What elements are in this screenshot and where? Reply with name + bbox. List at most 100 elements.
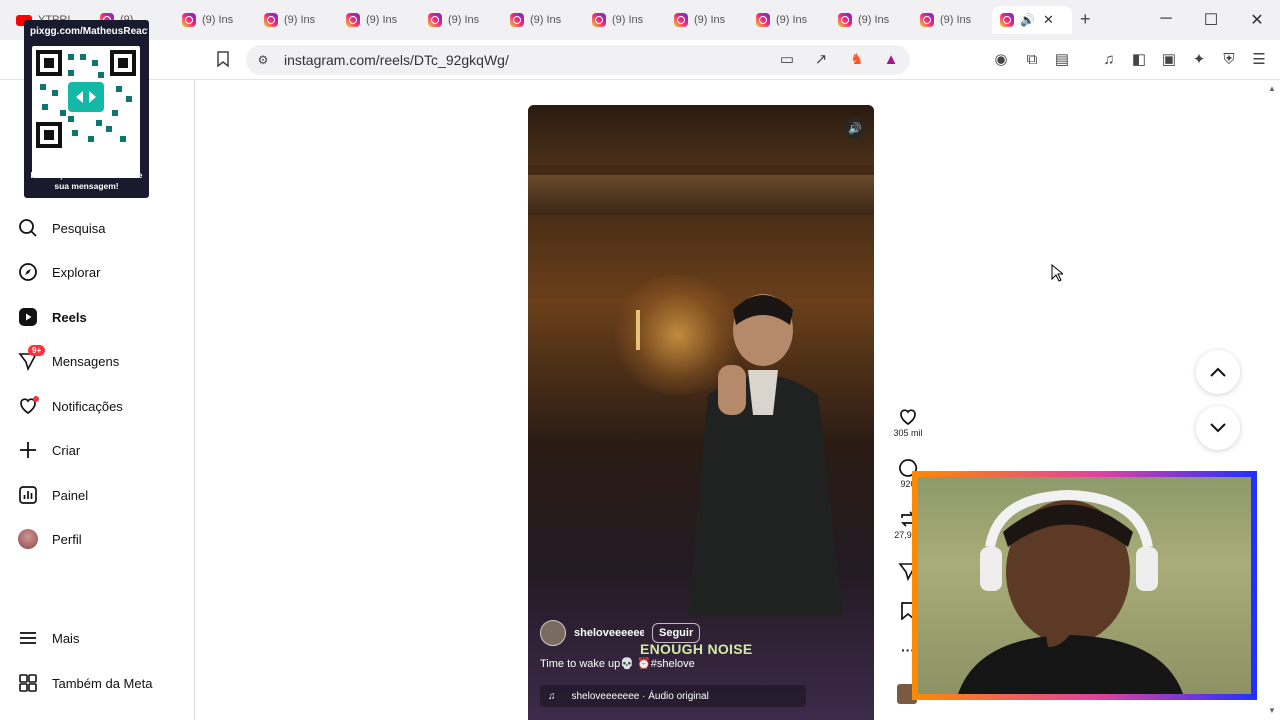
- leo-ai-icon[interactable]: ✦: [1190, 51, 1208, 69]
- maximize-button[interactable]: ☐: [1201, 10, 1221, 30]
- tab-label: (9) Ins: [530, 14, 562, 26]
- reel-caption[interactable]: Time to wake up💀 ⏰#shelove: [540, 657, 695, 670]
- brave-rewards-icon[interactable]: ▲: [882, 51, 900, 69]
- sidebar-item-explore[interactable]: Explorar: [18, 259, 100, 285]
- donation-qr-overlay: pixgg.com/MatheusReact Fortaleça no dona…: [24, 20, 149, 198]
- active-tab[interactable]: 🔊 ✕: [992, 6, 1072, 34]
- author-username[interactable]: sheloveeeeeee: [574, 627, 644, 639]
- sidebar-item-meta[interactable]: Também da Meta: [18, 670, 152, 696]
- sidebar-item-notifications[interactable]: Notificações: [18, 393, 123, 419]
- address-bar[interactable]: ⚙ instagram.com/reels/DTc_92gkqWg/ ▭ ↗ ♞…: [246, 45, 910, 75]
- qr-url: pixgg.com/MatheusReact: [30, 26, 148, 37]
- browser-tab[interactable]: (9) Ins: [666, 6, 746, 34]
- sidebar-item-label: Mais: [52, 630, 80, 646]
- sidebar-item-label: Painel: [52, 487, 89, 503]
- music-icon[interactable]: ♫: [1100, 51, 1118, 69]
- tab-label: (9) Ins: [202, 14, 234, 26]
- sidebar-item-dashboard[interactable]: Painel: [18, 482, 88, 508]
- instagram-icon: [264, 13, 278, 27]
- instagram-icon: [838, 13, 852, 27]
- site-settings-icon[interactable]: ⚙: [254, 51, 272, 69]
- sidebar-item-label: Pesquisa: [52, 220, 106, 236]
- instagram-icon: [346, 13, 360, 27]
- url-text[interactable]: instagram.com/reels/DTc_92gkqWg/: [284, 52, 509, 68]
- heart-icon: [890, 406, 926, 428]
- browser-tab[interactable]: (9) Ins: [338, 6, 418, 34]
- reel-audio[interactable]: ♫ sheloveeeeeee · Áudio original: [540, 685, 806, 707]
- puzzle-icon[interactable]: ⧉: [1023, 51, 1041, 69]
- extension-icon[interactable]: ◉: [992, 51, 1010, 69]
- tab-label: (9) Ins: [366, 14, 398, 26]
- mute-toggle-button[interactable]: 🔊: [844, 117, 866, 139]
- sidebar-item-label: Explorar: [52, 264, 101, 280]
- browser-tab[interactable]: (9) Ins: [174, 6, 254, 34]
- tab-label: (9) Ins: [284, 14, 316, 26]
- like-button[interactable]: 305 mil: [890, 406, 926, 438]
- heart-icon: [18, 396, 39, 416]
- reels-icon: [18, 307, 38, 327]
- brave-shield-icon[interactable]: ♞: [848, 51, 866, 69]
- cast-icon[interactable]: ▭: [778, 51, 796, 69]
- bookmark-icon[interactable]: [214, 51, 232, 69]
- reel-video[interactable]: 🔊 sheloveeeeeee Seguir ENOUGH NOISE Time…: [528, 105, 874, 720]
- dashboard-icon: [18, 485, 38, 505]
- instagram-icon: [674, 13, 688, 27]
- sidebar-item-label: Também da Meta: [52, 675, 153, 691]
- previous-reel-button[interactable]: [1196, 350, 1240, 394]
- mouse-cursor-icon: [1051, 264, 1063, 282]
- tab-label: (9) Ins: [448, 14, 480, 26]
- new-tab-button[interactable]: +: [1080, 9, 1091, 30]
- menu-icon[interactable]: ☰: [1250, 51, 1268, 69]
- vpn-icon[interactable]: ⛨: [1220, 51, 1238, 69]
- music-note-icon: ♫: [548, 690, 556, 702]
- chevron-up-icon: [1210, 367, 1226, 377]
- sidebar-item-more[interactable]: Mais: [18, 625, 79, 651]
- sidebar-item-label: Reels: [52, 309, 87, 325]
- browser-tab[interactable]: (9) Ins: [256, 6, 336, 34]
- plus-icon: [18, 440, 38, 460]
- browser-toolbar: ⚙ instagram.com/reels/DTc_92gkqWg/ ▭ ↗ ♞…: [0, 40, 1280, 80]
- tab-label: (9) Ins: [694, 14, 726, 26]
- browser-tab[interactable]: (9) Ins: [420, 6, 500, 34]
- sidebar-item-label: Criar: [52, 442, 81, 458]
- instagram-icon: [1000, 13, 1014, 27]
- close-tab-icon[interactable]: ✕: [1043, 12, 1054, 28]
- instagram-icon: [756, 13, 770, 27]
- instagram-icon: [510, 13, 524, 27]
- tab-bar: YTPRI (9) (9) Ins (9) Ins (9) Ins (9) In…: [0, 0, 1280, 40]
- reader-icon[interactable]: ▤: [1053, 51, 1071, 69]
- share-icon[interactable]: ↗: [812, 51, 830, 69]
- reel-ceiling-beam: [528, 105, 874, 165]
- qr-caption: Fortaleça no donate e envie sua mensagem…: [30, 170, 143, 191]
- unread-badge: 9+: [28, 345, 46, 356]
- sidebar-item-create[interactable]: Criar: [18, 437, 80, 463]
- browser-tab[interactable]: (9) Ins: [912, 6, 992, 34]
- browser-tab[interactable]: (9) Ins: [748, 6, 828, 34]
- messenger-icon: 9+: [18, 345, 46, 371]
- reel-candle: [636, 310, 640, 350]
- scroll-up-icon[interactable]: ▲: [1268, 84, 1276, 93]
- browser-tab[interactable]: (9) Ins: [830, 6, 910, 34]
- scroll-down-icon[interactable]: ▼: [1268, 706, 1276, 715]
- sidebar-item-reels[interactable]: Reels: [18, 304, 87, 330]
- speaker-icon[interactable]: 🔊: [1020, 13, 1035, 27]
- instagram-icon: [920, 13, 934, 27]
- next-reel-button[interactable]: [1196, 406, 1240, 450]
- like-count: 305 mil: [893, 428, 923, 438]
- sidebar-toggle-icon[interactable]: ◧: [1130, 51, 1148, 69]
- notification-dot: [33, 396, 39, 402]
- follow-button[interactable]: Seguir: [652, 623, 701, 643]
- browser-tab[interactable]: (9) Ins: [502, 6, 582, 34]
- instagram-icon: [592, 13, 606, 27]
- sidebar-item-search[interactable]: Pesquisa: [18, 215, 105, 241]
- chevron-down-icon: [1210, 423, 1226, 433]
- instagram-icon: [428, 13, 442, 27]
- browser-tab[interactable]: (9) Ins: [584, 6, 664, 34]
- wallet-icon[interactable]: ▣: [1160, 51, 1178, 69]
- meta-icon: [18, 673, 38, 693]
- minimize-button[interactable]: ─: [1156, 10, 1176, 28]
- author-avatar[interactable]: [540, 620, 566, 646]
- close-window-button[interactable]: ✕: [1247, 10, 1267, 30]
- sidebar-item-messages[interactable]: 9+ Mensagens: [18, 345, 119, 374]
- sidebar-item-profile[interactable]: Perfil: [18, 526, 82, 552]
